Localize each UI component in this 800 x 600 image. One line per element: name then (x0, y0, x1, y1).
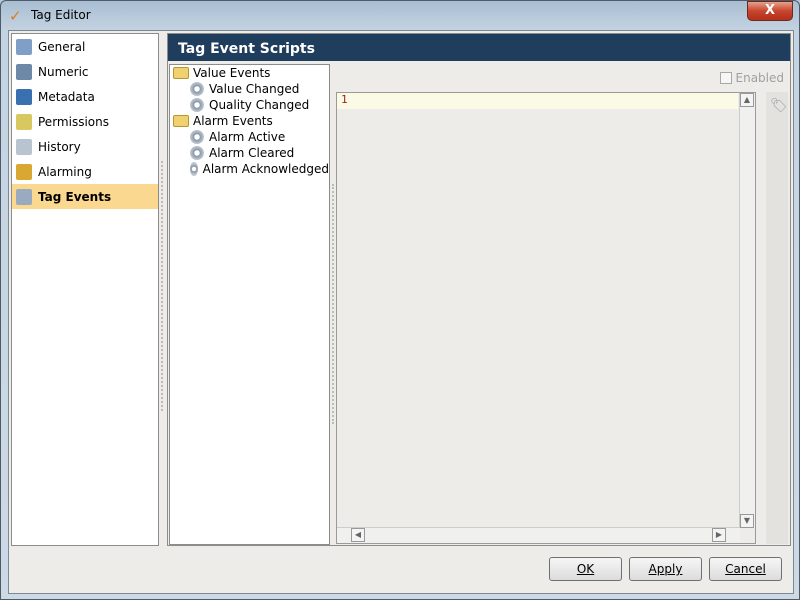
tree-group-label: Alarm Events (193, 114, 273, 128)
nav-item-label: General (38, 39, 86, 54)
history-icon (16, 138, 32, 155)
nav-item-metadata[interactable]: Metadata (12, 84, 158, 109)
nav-item-alarming[interactable]: Alarming (12, 159, 158, 184)
tree-event-label: Alarm Active (209, 130, 286, 144)
category-list: General Numeric Metadata Permissions History… (11, 33, 159, 546)
calculator-icon (16, 63, 32, 80)
tree-splitter-handle[interactable] (332, 184, 334, 424)
tree-event-label: Value Changed (209, 82, 300, 96)
nav-item-label: Metadata (38, 89, 95, 104)
gear-icon (190, 146, 204, 160)
ok-button[interactable]: OK (549, 557, 622, 581)
tree-event-item[interactable]: Alarm Cleared (170, 145, 329, 161)
nav-item-general[interactable]: General (12, 34, 158, 59)
horizontal-scrollbar[interactable]: ◀ ▶ (337, 527, 740, 543)
event-tree: Value Events Value Changed Quality Changed… (169, 64, 330, 545)
nav-item-label: Numeric (38, 64, 89, 79)
scroll-up-icon[interactable]: ▲ (740, 93, 754, 107)
nav-item-history[interactable]: History (12, 134, 158, 159)
nav-item-label: Permissions (38, 114, 109, 129)
enabled-label: Enabled (735, 71, 785, 85)
bell-icon (16, 163, 32, 180)
checkbox-box[interactable] (719, 72, 732, 84)
lock-icon (16, 113, 32, 130)
tag-editor-window: ✓ Tag Editor X General Numeric Metadata Per… (0, 0, 800, 600)
tree-group[interactable]: Alarm Events (170, 113, 329, 129)
tree-event-label: Alarm Acknowledged (202, 162, 329, 176)
tree-event-item[interactable]: Alarm Acknowledged (170, 161, 329, 177)
tree-event-label: Quality Changed (209, 98, 310, 112)
gear-icon (190, 162, 198, 176)
scroll-down-icon[interactable]: ▼ (740, 514, 754, 528)
editor-side-toolbar: 🏷 (766, 92, 788, 544)
clipboard-icon (16, 38, 32, 55)
info-icon (16, 88, 32, 105)
tag-events-icon (16, 188, 32, 205)
app-icon: ✓ (9, 7, 22, 25)
enabled-checkbox[interactable]: Enabled (719, 71, 785, 85)
title-bar[interactable]: ✓ Tag Editor X (1, 1, 799, 31)
tree-event-item[interactable]: Value Changed (170, 81, 329, 97)
tag-event-scripts-panel: Tag Event Scripts Value Events Value Chan… (167, 33, 791, 546)
tag-icon[interactable]: 🏷 (770, 98, 788, 114)
tree-event-item[interactable]: Quality Changed (170, 97, 329, 113)
script-editor[interactable]: 1 ▲ ▼ ◀ ▶ (336, 92, 756, 544)
tree-event-item[interactable]: Alarm Active (170, 129, 329, 145)
folder-icon (173, 115, 189, 127)
cancel-button[interactable]: Cancel (709, 557, 782, 581)
window-title: Tag Editor (31, 8, 91, 22)
tree-group-label: Value Events (193, 66, 271, 80)
dialog-body: General Numeric Metadata Permissions History… (8, 30, 794, 594)
vertical-scrollbar[interactable]: ▲ ▼ (739, 93, 755, 528)
panel-title: Tag Event Scripts (168, 34, 790, 61)
gear-icon (190, 130, 204, 144)
nav-item-label: Tag Events (38, 189, 112, 204)
tree-event-label: Alarm Cleared (209, 146, 295, 160)
folder-icon (173, 67, 189, 79)
line-number: 1 (337, 93, 738, 109)
nav-item-numeric[interactable]: Numeric (12, 59, 158, 84)
nav-item-label: Alarming (38, 164, 92, 179)
scroll-right-icon[interactable]: ▶ (712, 528, 726, 542)
nav-item-label: History (38, 139, 81, 154)
nav-item-permissions[interactable]: Permissions (12, 109, 158, 134)
scroll-left-icon[interactable]: ◀ (351, 528, 365, 542)
gear-icon (190, 82, 204, 96)
nav-item-tag-events[interactable]: Tag Events (12, 184, 158, 209)
gear-icon (190, 98, 204, 112)
tree-group[interactable]: Value Events (170, 65, 329, 81)
apply-button[interactable]: Apply (629, 557, 702, 581)
close-button[interactable]: X (747, 1, 793, 21)
splitter-handle[interactable] (161, 161, 163, 411)
